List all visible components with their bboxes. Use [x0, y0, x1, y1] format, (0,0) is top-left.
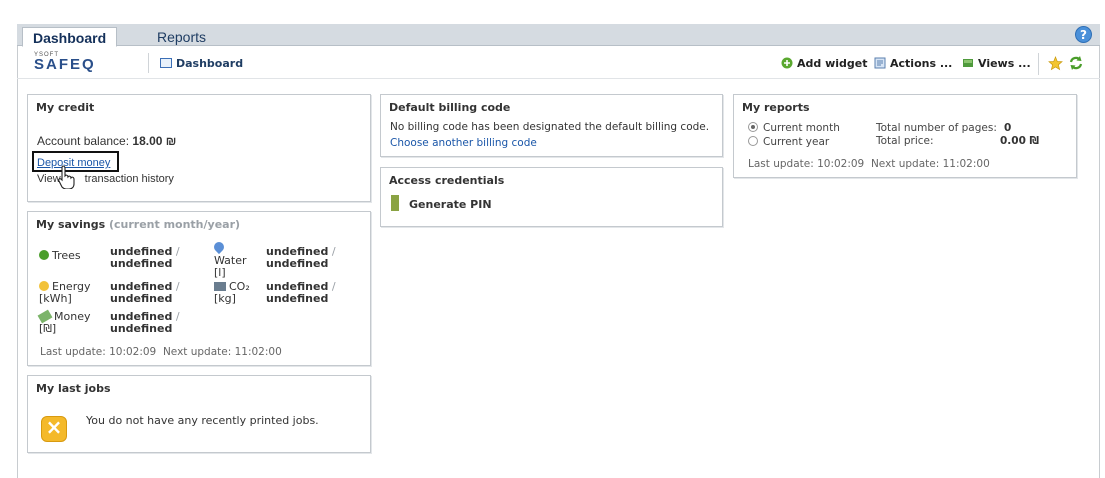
trees-text: Trees — [52, 249, 81, 262]
truck-icon — [214, 282, 226, 291]
breadcrumb-label: Dashboard — [176, 57, 244, 70]
add-circle-icon — [781, 57, 793, 69]
water-value2: undefined — [266, 257, 329, 270]
last-jobs-title: My last jobs — [36, 382, 111, 395]
water-text: Water [l] — [214, 254, 247, 279]
money-values: undefined / undefined — [110, 311, 180, 335]
billing-title: Default billing code — [389, 101, 511, 114]
radio-current-month[interactable] — [748, 122, 758, 132]
reports-title: My reports — [742, 101, 810, 114]
tab-dashboard[interactable]: Dashboard — [22, 27, 118, 47]
my-savings-title: My savings (current month/year) — [28, 212, 370, 231]
balance-label: Account balance: — [37, 134, 130, 148]
warning-x-icon — [41, 415, 67, 442]
window-icon — [160, 58, 172, 68]
energy-icon — [39, 281, 49, 291]
trees-slash: / — [175, 245, 180, 258]
help-icon[interactable]: ? — [1075, 26, 1092, 43]
savings-subtitle: (current month/year) — [108, 218, 241, 231]
energy-value2: undefined — [110, 292, 173, 305]
money-value2: undefined — [110, 322, 173, 335]
choose-billing-code-link[interactable]: Choose another billing code — [390, 137, 537, 149]
reports-next-update: Next update: 11:02:00 — [870, 158, 990, 170]
breadcrumb-dashboard[interactable]: Dashboard — [160, 57, 243, 70]
energy-values: undefined / undefined — [110, 281, 180, 305]
billing-code-panel: Default billing code No billing code has… — [380, 94, 723, 157]
hand-cursor-icon — [58, 165, 75, 189]
report-period-year[interactable]: Current year — [748, 136, 829, 148]
refresh-icon[interactable] — [1068, 55, 1084, 71]
money-slash: / — [175, 310, 180, 323]
water-drop-icon — [211, 239, 227, 255]
generate-pin-button[interactable]: Generate PIN — [391, 195, 492, 211]
billing-message: No billing code has been designated the … — [390, 121, 710, 133]
views-icon — [963, 59, 973, 67]
no-jobs-message: You do not have any recently printed job… — [86, 414, 319, 427]
total-price-value: 0.00 ₪ — [1000, 135, 1040, 147]
trees-label: Trees — [39, 250, 81, 262]
energy-slash: / — [175, 280, 180, 293]
savings-title-text: My savings — [36, 218, 106, 231]
access-title: Access credentials — [389, 174, 505, 187]
access-credentials-panel: Access credentials Generate PIN — [380, 167, 723, 227]
generate-pin-label: Generate PIN — [409, 198, 492, 211]
my-reports-panel: My reports Current month Current year To… — [733, 94, 1077, 178]
savings-last-update: Last update: 10:02:09 — [40, 346, 157, 358]
total-pages-value: 0 — [1004, 122, 1012, 134]
history-suffix: transaction history — [84, 173, 174, 185]
radio-current-year[interactable] — [748, 136, 758, 146]
co2-values: undefined / undefined — [266, 281, 336, 305]
savings-update-info: Last update: 10:02:09 Next update: 11:02… — [40, 346, 282, 358]
actions-button[interactable]: Actions ... — [874, 57, 952, 70]
reports-update-info: Last update: 10:02:09 Next update: 11:02… — [748, 158, 990, 170]
co2-value2: undefined — [266, 292, 329, 305]
tree-icon — [39, 250, 49, 260]
tab-bar: Dashboard Reports — [17, 24, 1100, 47]
energy-label: Energy [kWh] — [39, 281, 99, 305]
favorite-star-icon[interactable] — [1048, 56, 1063, 71]
co2-label: CO₂ [kg] — [214, 281, 258, 305]
actions-icon — [874, 57, 886, 69]
account-balance: Account balance: 18.00 ₪ — [37, 134, 176, 148]
app-frame: Dashboard Reports ? YSOFT SAFEQ Dashboar… — [0, 0, 1105, 478]
year-label: Current year — [763, 136, 830, 148]
my-savings-panel: My savings (current month/year) Trees un… — [27, 211, 371, 366]
my-last-jobs-panel: My last jobs You do not have any recentl… — [27, 375, 371, 453]
total-price-label: Total price: — [876, 135, 934, 147]
report-period-month[interactable]: Current month — [748, 122, 840, 134]
savings-next-update: Next update: 11:02:00 — [162, 346, 282, 358]
money-label: Money [₪] — [37, 309, 99, 335]
water-slash: / — [331, 245, 336, 258]
trees-value2: undefined — [110, 257, 173, 270]
reports-last-update: Last update: 10:02:09 — [748, 158, 865, 170]
trees-values: undefined / undefined — [110, 246, 180, 270]
toolbar-divider-2 — [1038, 53, 1039, 75]
add-widget-label: Add widget — [797, 57, 868, 70]
month-label: Current month — [763, 122, 840, 134]
tab-reports[interactable]: Reports — [147, 27, 216, 47]
logo-text: SAFEQ — [34, 56, 96, 73]
balance-value: 18.00 ₪ — [132, 134, 177, 148]
my-credit-title: My credit — [36, 101, 95, 114]
my-credit-panel: My credit Account balance: 18.00 ₪ Depos… — [27, 94, 371, 202]
co2-slash: / — [331, 280, 336, 293]
safeq-logo: YSOFT SAFEQ — [34, 52, 124, 76]
actions-label: Actions ... — [890, 57, 953, 70]
toolbar-divider — [148, 53, 149, 73]
views-label: Views ... — [978, 57, 1031, 70]
views-button[interactable]: Views ... — [962, 57, 1031, 70]
add-widget-button[interactable]: Add widget — [781, 57, 868, 70]
water-values: undefined / undefined — [266, 246, 336, 270]
water-label: Water [l] — [211, 239, 250, 279]
pin-bar-icon — [391, 195, 399, 211]
